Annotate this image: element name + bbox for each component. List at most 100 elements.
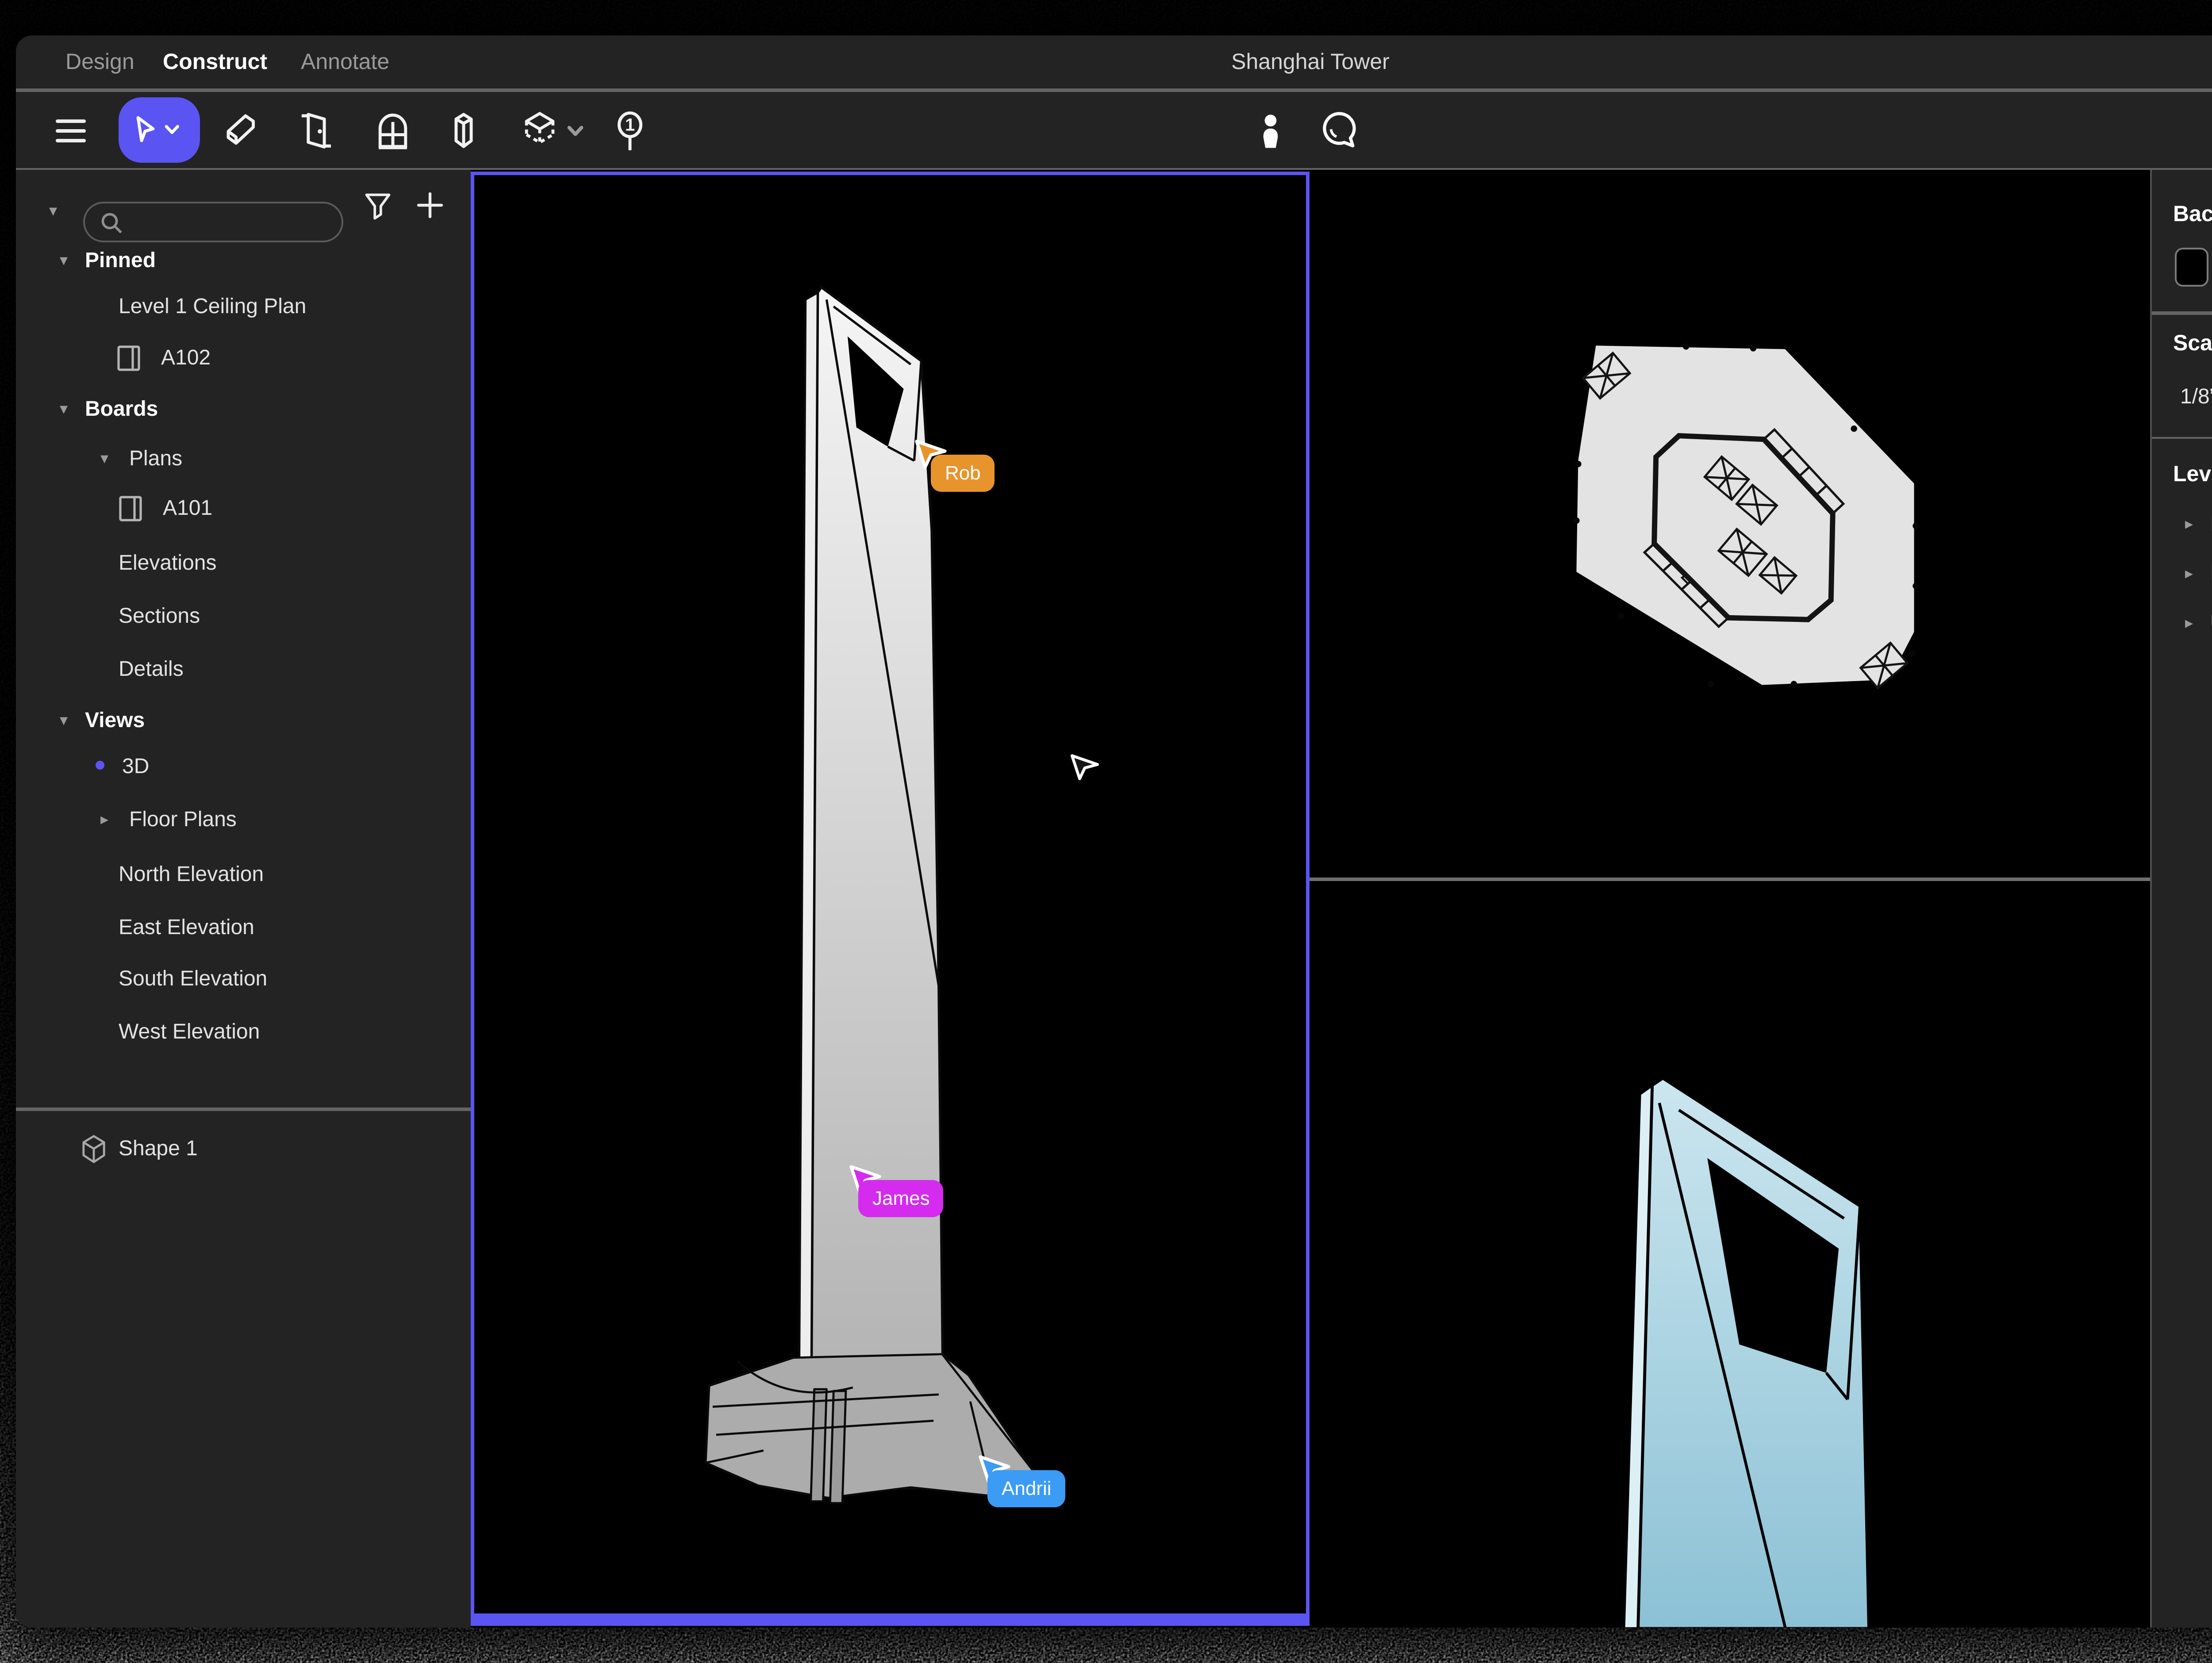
comments-icon[interactable] — [1318, 109, 1361, 151]
levels-section-header: Levels — [2152, 452, 2212, 494]
section-title: Background — [2173, 192, 2212, 234]
sidebar-divider — [16, 1107, 471, 1110]
search-input[interactable] — [83, 202, 343, 242]
own-cursor-icon — [1069, 750, 1104, 786]
tab-design[interactable]: Design — [65, 35, 134, 88]
chevron-right-icon[interactable] — [2178, 601, 2200, 643]
tower-crown-drawing — [1312, 880, 2150, 1628]
sidebar-section-boards[interactable]: Boards — [16, 387, 471, 429]
panel-divider — [2152, 436, 2212, 439]
window-tool-icon[interactable] — [372, 109, 414, 151]
filter-icon[interactable] — [363, 191, 405, 234]
background-row: 000000 100% — [2152, 245, 2212, 287]
item-label: West Elevation — [119, 1009, 260, 1052]
chevron-right-icon[interactable] — [94, 797, 115, 839]
app-window: Design Construct Annotate Shanghai Tower — [16, 35, 2212, 1628]
levels-item-mid[interactable]: Mid Levels — [2152, 551, 2212, 594]
chevron-down-icon[interactable] — [53, 238, 74, 280]
svg-text:1: 1 — [625, 114, 635, 134]
item-label: South Elevation — [119, 956, 267, 999]
chevron-down-icon[interactable] — [94, 436, 115, 479]
screenshot-stage: Design Construct Annotate Shanghai Tower — [0, 0, 2212, 1663]
active-view-dot — [96, 761, 104, 770]
menu-icon[interactable] — [51, 111, 94, 153]
canvas[interactable]: Rob James Andrii — [471, 170, 2150, 1628]
wall-tool-icon[interactable] — [221, 109, 264, 151]
top-bar: Design Construct Annotate Shanghai Tower — [16, 35, 2212, 88]
sidebar-item-south-elevation[interactable]: South Elevation — [16, 956, 471, 999]
sidebar-item-level-1-ceiling-plan[interactable]: Level 1 Ceiling Plan — [16, 284, 471, 326]
item-label: Shape 1 — [119, 1126, 198, 1169]
chevron-down-icon[interactable] — [53, 387, 74, 429]
cursor-label-james: James — [858, 1180, 944, 1217]
item-label: East Elevation — [119, 905, 254, 947]
solid-tool-icon[interactable] — [518, 109, 589, 151]
sidebar-section-pinned[interactable]: Pinned — [16, 238, 471, 280]
section-label: Views — [85, 698, 145, 740]
level-label: Upper Levels — [2210, 601, 2212, 643]
tab-annotate[interactable]: Annotate — [301, 35, 389, 88]
board-3d-view[interactable]: Rob James Andrii — [471, 172, 1309, 1626]
search-icon — [99, 211, 124, 235]
item-label: Details — [119, 647, 184, 689]
sidebar-item-plans[interactable]: Plans — [16, 436, 471, 479]
toolbar: 1 P R A J Share — [16, 91, 2212, 167]
column-tool-icon[interactable] — [442, 109, 485, 151]
cube-icon — [80, 1133, 122, 1176]
select-tool-button[interactable] — [119, 97, 200, 163]
sidebar-item-west-elevation[interactable]: West Elevation — [16, 1009, 471, 1052]
sidebar-search-row — [16, 186, 471, 226]
section-title: Scale — [2173, 321, 2212, 364]
sidebar-item-east-elevation[interactable]: East Elevation — [16, 905, 471, 947]
cursor-label-rob: Rob — [931, 455, 995, 492]
sidebar-item-sections[interactable]: Sections — [16, 594, 471, 636]
panel-divider — [2152, 311, 2212, 314]
sidebar-item-floor-plans[interactable]: Floor Plans — [16, 797, 471, 839]
levels-item-upper[interactable]: Upper Levels — [2152, 601, 2212, 643]
background-section-header: Background — [2152, 192, 2212, 234]
color-swatch[interactable] — [2175, 247, 2208, 286]
properties-panel: Background 000000 100% Scale 1/8” = 1’-0… — [2150, 170, 2212, 1628]
scale-value[interactable]: 1/8” = 1’-0” — [2152, 374, 2212, 417]
sidebar-item-3d[interactable]: 3D — [16, 744, 471, 786]
sidebar-item-details[interactable]: Details — [16, 647, 471, 689]
chevron-down-icon[interactable] — [53, 698, 74, 740]
sidebar: Pinned Level 1 Ceiling Plan A102 Boards … — [16, 170, 471, 1628]
scale-value-text: 1/8” = 1’-0” — [2180, 374, 2212, 417]
sidebar-item-elevations[interactable]: Elevations — [16, 540, 471, 583]
sheet-icon — [119, 494, 161, 537]
cursor-label-andrii: Andrii — [987, 1470, 1066, 1507]
tower-3d-drawing — [474, 175, 1305, 1613]
chevron-right-icon[interactable] — [2178, 551, 2200, 594]
sheet-icon — [117, 344, 159, 387]
door-tool-icon[interactable] — [296, 109, 338, 151]
pin-marker-tool-icon[interactable]: 1 — [609, 109, 651, 151]
level-label: Mid Levels — [2210, 551, 2212, 594]
add-icon[interactable] — [416, 191, 458, 234]
item-label: North Elevation — [119, 852, 264, 894]
section-label: Pinned — [85, 238, 156, 280]
views-divider[interactable] — [1309, 877, 2150, 880]
item-label: Sections — [119, 594, 200, 636]
board-crown-detail-view[interactable] — [1312, 880, 2150, 1628]
sidebar-item-a102[interactable]: A102 — [16, 335, 471, 378]
item-label: Elevations — [119, 540, 217, 583]
sidebar-item-a101[interactable]: A101 — [16, 486, 471, 528]
level-label: Lower Levels — [2210, 502, 2212, 544]
item-label: Floor Plans — [129, 797, 237, 839]
collapse-all-icon[interactable] — [42, 189, 64, 232]
presence-icon[interactable] — [1249, 109, 1292, 151]
cursor-icon — [129, 112, 189, 148]
scale-section-header: Scale — [2152, 321, 2212, 364]
chevron-right-icon[interactable] — [2178, 502, 2200, 544]
tab-construct[interactable]: Construct — [163, 35, 267, 88]
sidebar-item-north-elevation[interactable]: North Elevation — [16, 852, 471, 894]
board-floor-plan-view[interactable] — [1312, 170, 2150, 877]
section-title: Levels — [2173, 452, 2212, 494]
item-label: Plans — [129, 436, 182, 479]
levels-item-lower[interactable]: Lower Levels — [2152, 502, 2212, 544]
item-label: Level 1 Ceiling Plan — [119, 284, 306, 326]
sidebar-item-shape-1[interactable]: Shape 1 — [16, 1126, 471, 1169]
sidebar-section-views[interactable]: Views — [16, 698, 471, 740]
item-label: A101 — [163, 486, 212, 528]
